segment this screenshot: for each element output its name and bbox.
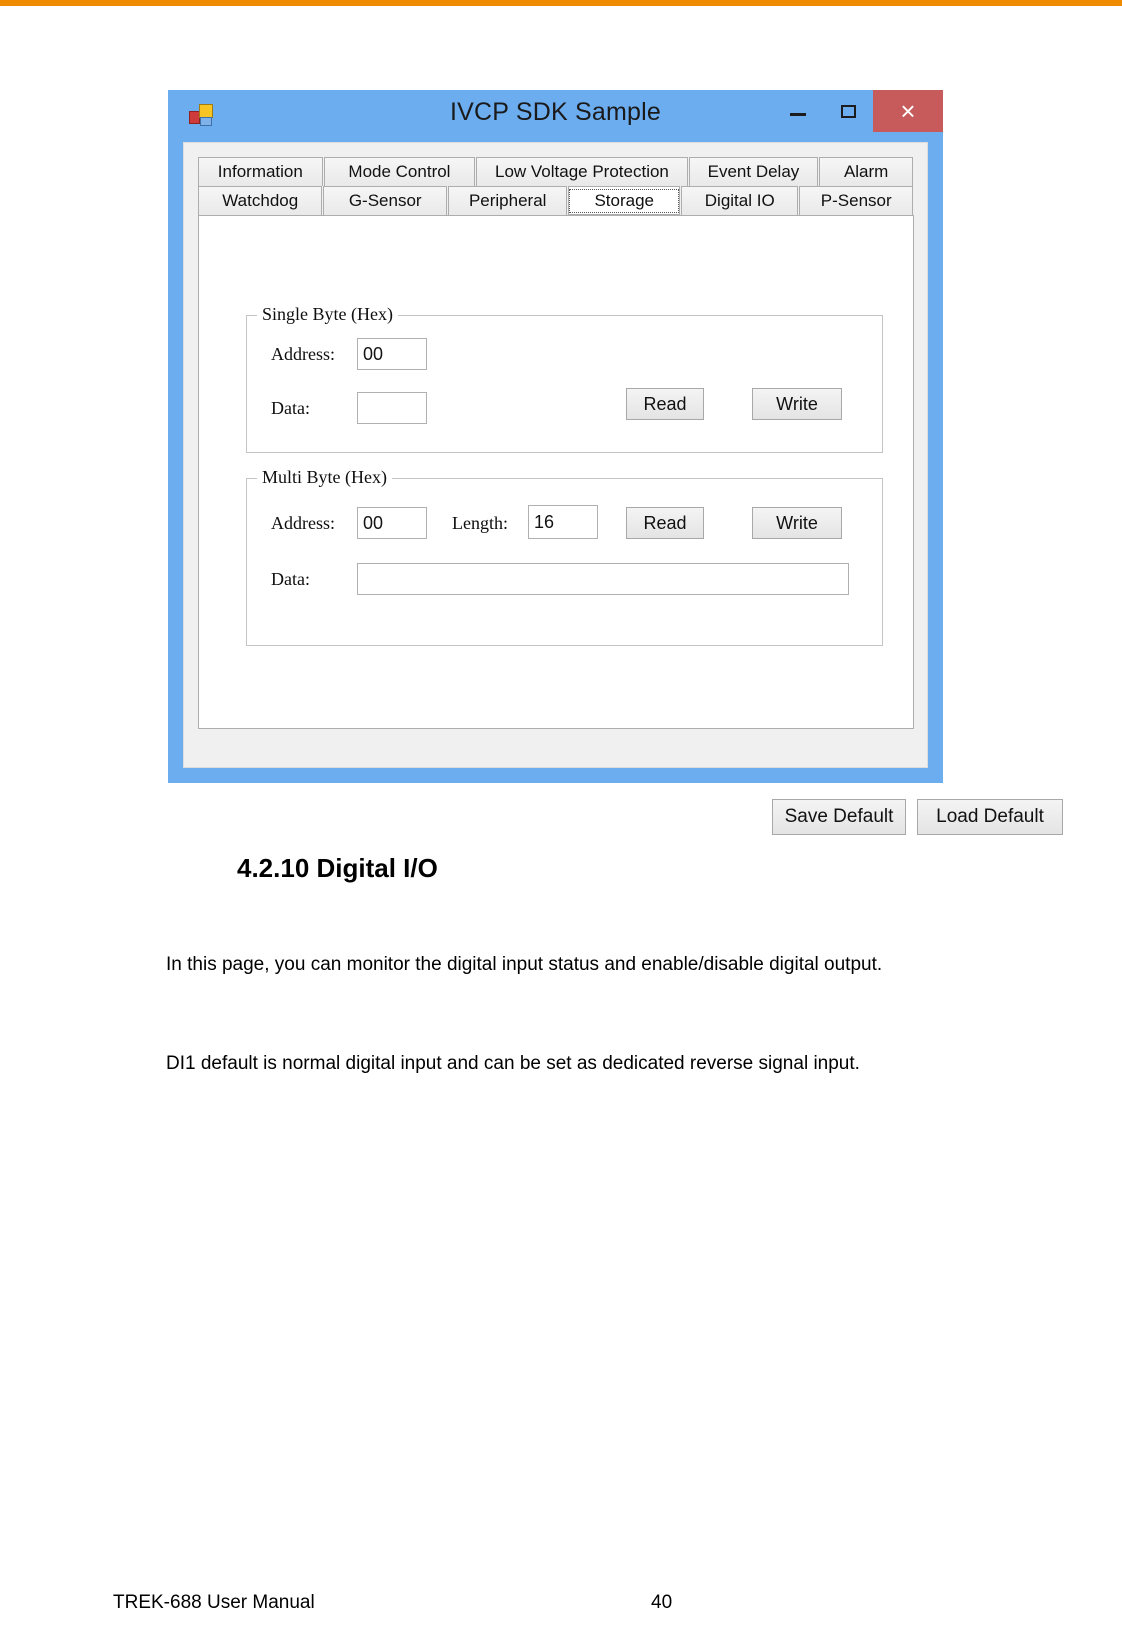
multi-byte-length-label: Length: [452, 513, 508, 533]
tab-storage[interactable]: Storage [568, 186, 680, 215]
multi-byte-length-input[interactable]: 16 [528, 505, 598, 539]
single-byte-data-label: Data: [271, 398, 310, 418]
single-byte-read-button[interactable]: Read [626, 388, 704, 420]
group-single-byte: Single Byte (Hex) Address: 00 Data: Read… [246, 304, 883, 453]
tab-low-voltage-protection-label: Low Voltage Protection [494, 162, 669, 181]
tab-mode-control[interactable]: Mode Control [323, 157, 476, 186]
tab-storage-label: Storage [569, 188, 679, 213]
tab-peripheral[interactable]: Peripheral [447, 186, 568, 215]
tab-row-1: Information Mode Control Low Voltage Pro… [198, 157, 914, 186]
tab-digital-io-label: Digital IO [704, 191, 775, 210]
tab-p-sensor-label: P-Sensor [820, 191, 892, 210]
tab-row-2: Watchdog G-Sensor Peripheral Storage Dig… [198, 186, 914, 215]
tab-low-voltage-protection[interactable]: Low Voltage Protection [476, 157, 688, 186]
tab-peripheral-label: Peripheral [468, 191, 547, 210]
group-multi-byte: Multi Byte (Hex) Address: 00 Length: 16 … [246, 467, 883, 646]
application-window: IVCP SDK Sample × Information Mode Contr… [168, 90, 1063, 835]
window-client-area: Information Mode Control Low Voltage Pro… [183, 142, 928, 768]
tab-g-sensor[interactable]: G-Sensor [323, 186, 447, 215]
page-top-rule [0, 0, 1122, 6]
tab-alarm-label: Alarm [843, 162, 889, 181]
tab-g-sensor-label: G-Sensor [348, 191, 422, 210]
multi-byte-address-input[interactable]: 00 [357, 507, 427, 539]
multi-byte-data-input[interactable] [357, 563, 849, 595]
section-heading: 4.2.10 Digital I/O [237, 853, 438, 883]
tab-information[interactable]: Information [198, 157, 323, 186]
tab-alarm[interactable]: Alarm [819, 157, 914, 186]
footer-manual-name: TREK-688 User Manual [113, 1592, 315, 1613]
multi-byte-read-button[interactable]: Read [626, 507, 704, 539]
tab-watchdog[interactable]: Watchdog [198, 186, 323, 215]
load-default-button[interactable]: Load Default [917, 799, 1063, 835]
minimize-button[interactable] [773, 90, 823, 132]
tab-p-sensor[interactable]: P-Sensor [799, 186, 913, 215]
window-titlebar[interactable]: IVCP SDK Sample × [168, 90, 943, 142]
window-controls: × [773, 90, 943, 132]
single-byte-address-input[interactable]: 00 [357, 338, 427, 370]
tab-event-delay-label: Event Delay [707, 162, 800, 181]
multi-byte-address-label: Address: [271, 513, 335, 533]
single-byte-address-label: Address: [271, 344, 335, 364]
maximize-button[interactable] [823, 90, 873, 132]
tab-watchdog-label: Watchdog [222, 191, 299, 210]
group-multi-byte-title: Multi Byte (Hex) [257, 467, 392, 488]
multi-byte-write-button[interactable]: Write [752, 507, 842, 539]
close-icon[interactable]: × [873, 90, 943, 132]
tab-mode-control-label: Mode Control [348, 162, 451, 181]
multi-byte-data-label: Data: [271, 569, 310, 589]
tab-information-label: Information [217, 162, 303, 181]
single-byte-write-button[interactable]: Write [752, 388, 842, 420]
footer-page-number: 40 [651, 1592, 673, 1613]
tab-digital-io[interactable]: Digital IO [680, 186, 799, 215]
save-default-button[interactable]: Save Default [772, 799, 906, 835]
tab-strip: Information Mode Control Low Voltage Pro… [198, 157, 914, 215]
tab-event-delay[interactable]: Event Delay [688, 157, 819, 186]
body-paragraph-1: In this page, you can monitor the digita… [166, 954, 883, 975]
single-byte-data-input[interactable] [357, 392, 427, 424]
group-single-byte-title: Single Byte (Hex) [257, 304, 398, 325]
body-paragraph-2: DI1 default is normal digital input and … [166, 1053, 860, 1074]
